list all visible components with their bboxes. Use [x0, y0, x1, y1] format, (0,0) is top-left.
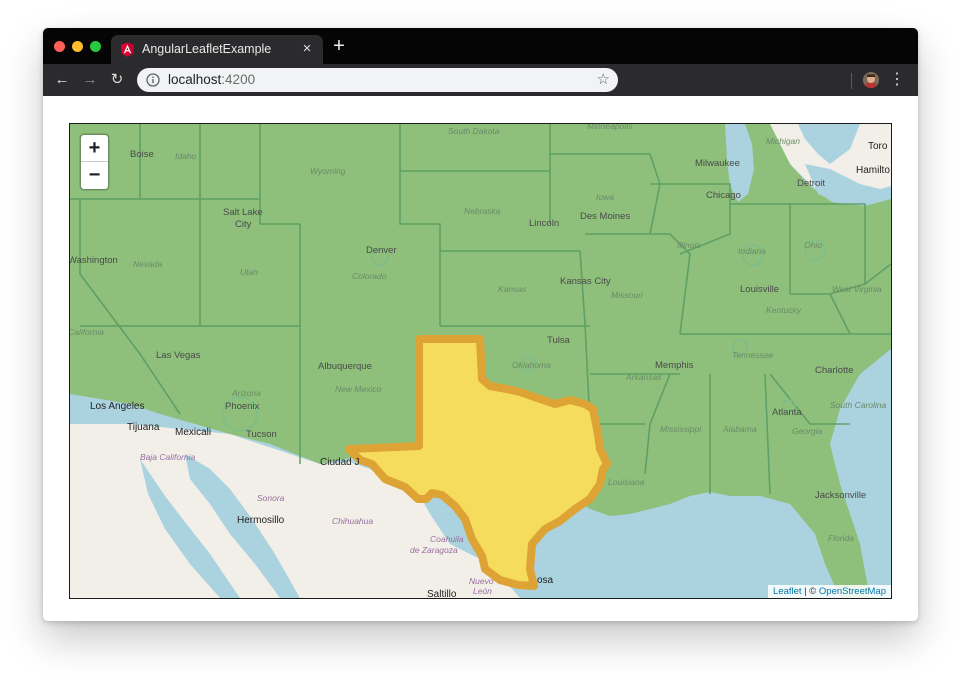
label-kentucky: Kentucky [766, 305, 801, 315]
label-las-vegas: Las Vegas [156, 350, 201, 361]
browser-window: AngularLeafletExample × + ← → ↻ localhos… [43, 28, 918, 621]
map-tiles [70, 124, 891, 598]
avatar-face-icon [863, 72, 879, 88]
label-reynosa: osa [537, 575, 554, 586]
label-salt-lake: Salt Lake [223, 207, 263, 218]
label-detroit: Detroit [797, 178, 825, 189]
label-tulsa: Tulsa [547, 335, 570, 346]
zoom-control: + − [81, 135, 108, 189]
label-florida: Florida [828, 533, 854, 543]
label-des-moines: Des Moines [580, 211, 631, 222]
label-memphis: Memphis [655, 360, 694, 371]
profile-avatar[interactable] [863, 72, 879, 88]
close-window-button[interactable] [54, 41, 65, 52]
label-ohio: Ohio [804, 240, 822, 250]
browser-toolbar: ← → ↻ localhost:4200 ☆ ⋮ [43, 64, 918, 96]
attribution-separator: | © [801, 586, 819, 597]
url-host: localhost [168, 72, 222, 87]
tab-close-icon[interactable]: × [299, 39, 315, 59]
label-albuquerque: Albuquerque [318, 361, 372, 372]
label-leon: León [473, 586, 492, 596]
forward-button[interactable]: → [80, 70, 100, 90]
label-saltillo: Saltillo [427, 589, 457, 599]
url-text: localhost:4200 [168, 72, 255, 87]
label-milwaukee: Milwaukee [695, 158, 740, 169]
address-bar[interactable]: localhost:4200 ☆ [137, 68, 618, 92]
url-port: :4200 [221, 72, 256, 87]
label-missouri: Missouri [611, 290, 643, 300]
label-west-virginia: West Virginia [832, 284, 882, 294]
label-washington: Washington [69, 255, 118, 266]
label-sonora: Sonora [257, 493, 285, 503]
zoom-in-button[interactable]: + [81, 135, 108, 162]
label-indiana: Indiana [738, 246, 766, 256]
title-bar: AngularLeafletExample × + [43, 28, 918, 64]
back-button[interactable]: ← [52, 70, 72, 90]
browser-tab[interactable]: AngularLeafletExample × [111, 35, 323, 64]
label-michigan: Michigan [766, 136, 801, 146]
label-tijuana: Tijuana [127, 422, 160, 433]
label-arizona: Arizona [232, 388, 261, 398]
reload-button[interactable]: ↻ [107, 70, 127, 90]
label-louisville: Louisville [740, 284, 780, 295]
label-illinois: Illinois [677, 240, 701, 250]
label-colorado: Colorado [352, 271, 387, 281]
label-denver: Denver [366, 245, 397, 256]
new-tab-button[interactable]: + [329, 36, 349, 56]
label-alabama: Alabama [723, 424, 757, 434]
label-charlotte: Charlotte [815, 365, 854, 376]
label-los-angeles: Los Angeles [90, 401, 145, 412]
label-tennessee: Tennessee [732, 350, 774, 360]
label-boise: Boise [130, 149, 154, 160]
label-jacksonville: Jacksonville [815, 490, 867, 501]
info-icon[interactable] [146, 73, 160, 87]
label-hermosillo: Hermosillo [237, 515, 285, 526]
bookmark-star-icon[interactable]: ☆ [597, 71, 610, 89]
label-mississippi: Mississippi [660, 424, 702, 434]
label-phoenix: Phoenix [225, 401, 260, 412]
maximize-window-button[interactable] [90, 41, 101, 52]
label-ciudad-juarez: Ciudad J [320, 457, 360, 468]
leaflet-link[interactable]: Leaflet [773, 586, 802, 597]
label-toronto: Toro [868, 141, 888, 152]
label-iowa: Iowa [596, 192, 614, 202]
label-new-mexico: New Mexico [335, 384, 382, 394]
label-arkansas: Arkansas [626, 372, 662, 382]
label-nevada: Nevada [133, 259, 163, 269]
label-coahuila-de-zaragoza: de Zaragoza [410, 545, 458, 555]
label-kansas: Kansas [498, 284, 527, 294]
label-california: California [69, 327, 104, 337]
label-tucson: Tucson [246, 429, 277, 440]
tab-title: AngularLeafletExample [142, 42, 272, 56]
label-wyoming: Wyoming [310, 166, 346, 176]
minimize-window-button[interactable] [72, 41, 83, 52]
angular-logo-icon [120, 42, 135, 57]
label-atlanta: Atlanta [772, 407, 802, 418]
label-salt-lake-city: City [235, 219, 252, 230]
label-coahuila: Coahuila [430, 534, 464, 544]
label-kansas-city: Kansas City [560, 276, 611, 287]
label-idaho: Idaho [175, 151, 197, 161]
label-louisiana: Louisiana [608, 477, 645, 487]
label-south-carolina: South Carolina [830, 400, 887, 410]
openstreetmap-link[interactable]: OpenStreetMap [819, 586, 886, 597]
label-chihuahua: Chihuahua [332, 516, 374, 526]
label-nebraska: Nebraska [464, 206, 501, 216]
label-chicago: Chicago [706, 190, 741, 201]
map-attribution: Leaflet | © OpenStreetMap [768, 585, 891, 598]
label-georgia: Georgia [792, 426, 823, 436]
label-oklahoma: Oklahoma [512, 360, 551, 370]
zoom-out-button[interactable]: − [81, 162, 108, 189]
label-baja-california: Baja California [140, 452, 196, 462]
label-utah: Utah [240, 267, 258, 277]
label-lincoln: Lincoln [529, 218, 560, 229]
browser-menu-icon[interactable]: ⋮ [889, 70, 905, 90]
toolbar-divider [851, 73, 852, 89]
label-hamilton: Hamilto [856, 165, 890, 176]
label-mexicali: Mexicali [175, 427, 212, 438]
label-minneapolis: Minneapolis [587, 123, 633, 131]
label-south-dakota: South Dakota [448, 126, 500, 136]
label-nuevo: Nuevo [469, 576, 494, 586]
leaflet-map[interactable]: Boise Idaho Wyoming South Dakota Minneap… [69, 123, 892, 599]
